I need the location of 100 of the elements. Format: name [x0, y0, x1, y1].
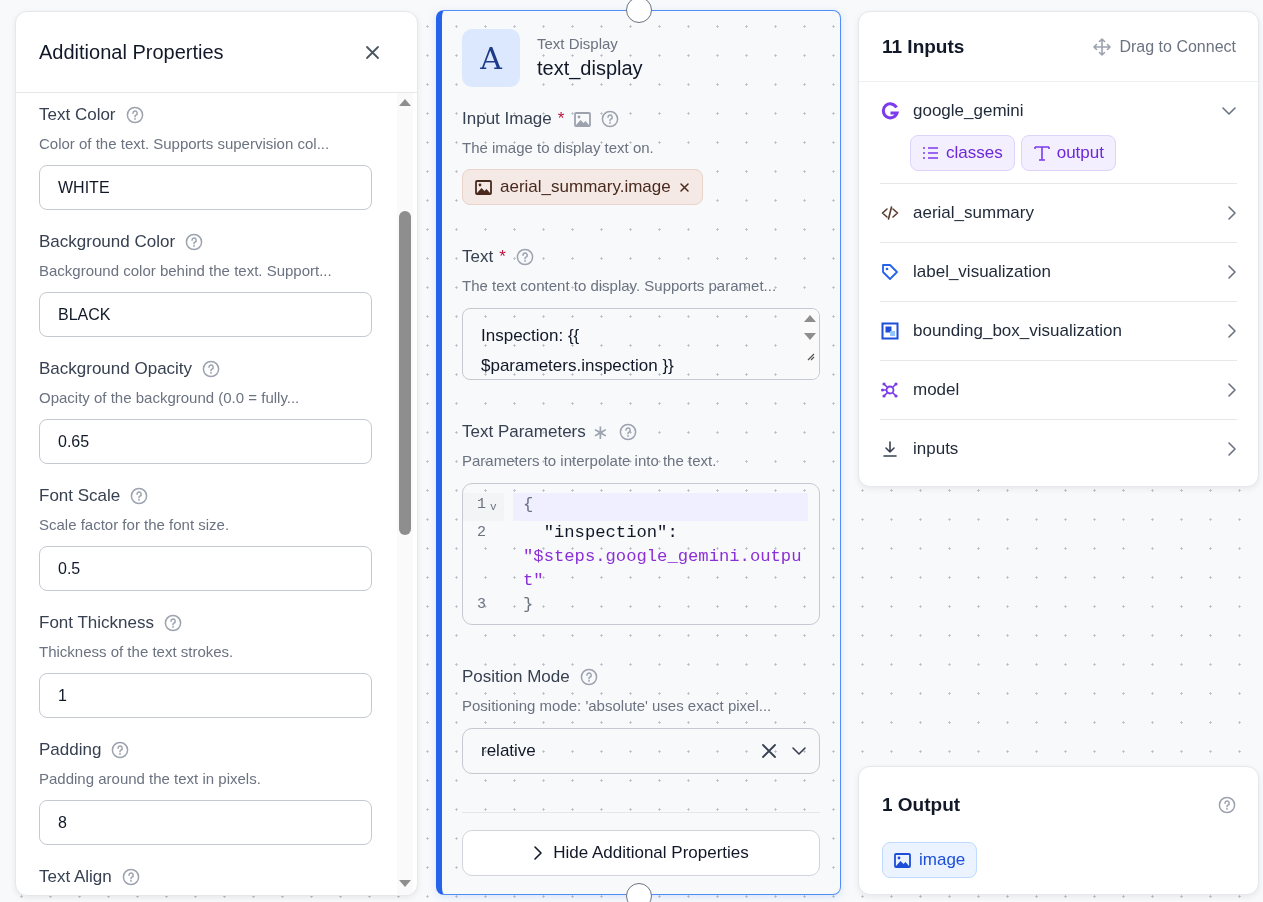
block-card[interactable] [436, 10, 841, 895]
text-field[interactable]: BLACK [39, 292, 372, 337]
scroll-up-icon[interactable] [398, 97, 412, 107]
field-label: Position Mode [462, 667, 570, 687]
item-name: bounding_box_visualization [913, 321, 1123, 341]
input-item[interactable]: model [880, 361, 1237, 419]
network-icon [881, 381, 899, 399]
close-icon[interactable] [365, 44, 380, 60]
help-icon[interactable] [579, 668, 598, 686]
output-chip[interactable]: classes [910, 135, 1015, 171]
input-item[interactable]: label_visualization [880, 243, 1237, 301]
image-icon [574, 111, 592, 127]
field-description: Scale factor for the font size. [39, 515, 231, 535]
code-editor[interactable]: 1 v { 2 "inspection": "$steps.google_gemini.output" 3 } [462, 483, 820, 625]
code-icon [881, 204, 899, 222]
item-name: label_visualization [913, 262, 1052, 282]
panel-title: 1 Output [882, 793, 961, 816]
line-number: 3 [477, 595, 486, 615]
text-field[interactable]: 8 [39, 800, 372, 845]
code-line: } [522, 594, 535, 616]
line-number: 1 [477, 495, 486, 515]
required-mark: * [499, 247, 506, 267]
text-area-value: Inspection: {{ $parameters.inspection }} [480, 325, 675, 377]
connection-handle[interactable] [626, 0, 652, 23]
image-icon [475, 179, 492, 195]
item-name: inputs [913, 439, 960, 459]
help-icon[interactable] [185, 233, 204, 251]
field-description: The image to display text on. [462, 138, 655, 158]
field-label: Font Scale [39, 486, 121, 506]
list-icon [922, 144, 940, 162]
field-description: Background color behind the text. Support... [39, 261, 333, 281]
help-icon[interactable] [125, 106, 144, 124]
field-description: The text content to display. Supports paramet... [462, 276, 778, 296]
field-label: Input Image [462, 109, 552, 129]
field-label: Background Color [39, 232, 176, 252]
field-description: Padding around the text in pixels. [39, 769, 262, 789]
field-description: Positioning mode: 'absolute' uses exact pixel... [462, 696, 773, 716]
optional-mark: ∗ [591, 420, 609, 444]
input-item[interactable]: bounding_box_visualization [880, 302, 1237, 360]
download-icon [881, 440, 899, 458]
help-icon[interactable] [111, 741, 130, 759]
field-label: Text Color [39, 105, 116, 125]
input-item[interactable]: aerial_summary [880, 184, 1237, 242]
field-label: Font Thickness [39, 613, 154, 633]
chip-label: aerial_summary.image [500, 177, 671, 197]
scroll-down-icon[interactable] [803, 332, 817, 342]
item-name: google_gemini [913, 101, 1025, 121]
resize-handle-icon[interactable] [805, 351, 815, 361]
text-field[interactable]: 1 [39, 673, 372, 718]
scrollbar[interactable] [397, 93, 413, 895]
input-chip[interactable]: aerial_summary.image [462, 169, 703, 205]
fold-toggle[interactable]: v [490, 493, 497, 521]
help-icon[interactable] [618, 423, 637, 441]
text-area[interactable]: Inspection: {{ $parameters.inspection }} [462, 308, 820, 380]
block-type: Text Display [537, 34, 619, 54]
image-icon [894, 852, 911, 868]
tag-icon [881, 263, 899, 281]
chevron-down-icon[interactable] [791, 746, 807, 756]
help-icon[interactable] [130, 487, 149, 505]
help-icon[interactable] [202, 360, 221, 378]
help-icon[interactable] [1218, 795, 1236, 814]
help-icon[interactable] [515, 248, 534, 266]
block-icon: A [462, 29, 520, 87]
output-chip[interactable]: image [882, 842, 978, 878]
text-field[interactable]: 0.65 [39, 419, 372, 464]
item-name: aerial_summary [913, 203, 1035, 223]
field-description: Color of the text. Supports supervision col... [39, 134, 331, 154]
field-description: Opacity of the background (0.0 = fully... [39, 388, 301, 408]
field-label: Text Parameters [462, 422, 586, 442]
text-type-icon [1032, 144, 1051, 162]
help-icon[interactable] [121, 868, 140, 886]
panel-title: Additional Properties [39, 40, 224, 64]
field-label: Text [462, 247, 494, 267]
remove-icon[interactable] [678, 181, 690, 193]
code-line: "inspection": "$steps.google_gemini.output" [522, 522, 803, 592]
field-label: Text Align [39, 867, 112, 887]
line-number: 2 [477, 523, 486, 543]
connection-handle[interactable] [626, 883, 652, 902]
clear-icon[interactable] [761, 743, 777, 759]
output-chip[interactable]: output [1020, 135, 1116, 171]
field-label: Padding [39, 740, 102, 760]
help-icon[interactable] [163, 614, 182, 632]
field-description: Parameters to interpolate into the text. [462, 451, 718, 471]
field-label: Background Opacity [39, 359, 193, 379]
g-letter-icon [881, 102, 899, 120]
scroll-down-icon[interactable] [398, 879, 412, 889]
chevron-down-icon[interactable] [1221, 106, 1237, 116]
drag-hint: Drag to Connect [1119, 37, 1236, 56]
item-name: model [913, 380, 961, 400]
input-item[interactable]: inputs [880, 420, 1237, 478]
block-name: text_display [537, 56, 643, 82]
hide-properties-button[interactable]: Hide Additional Properties [462, 830, 820, 876]
scroll-up-icon[interactable] [803, 313, 817, 323]
move-icon [1093, 37, 1112, 56]
text-field[interactable]: WHITE [39, 165, 372, 210]
text-field[interactable]: 0.5 [39, 546, 372, 591]
help-icon[interactable] [601, 110, 620, 128]
chevron-right-icon[interactable] [533, 845, 544, 861]
field-description: Thickness of the text strokes. [39, 642, 235, 662]
select-field[interactable]: relative [462, 728, 820, 774]
